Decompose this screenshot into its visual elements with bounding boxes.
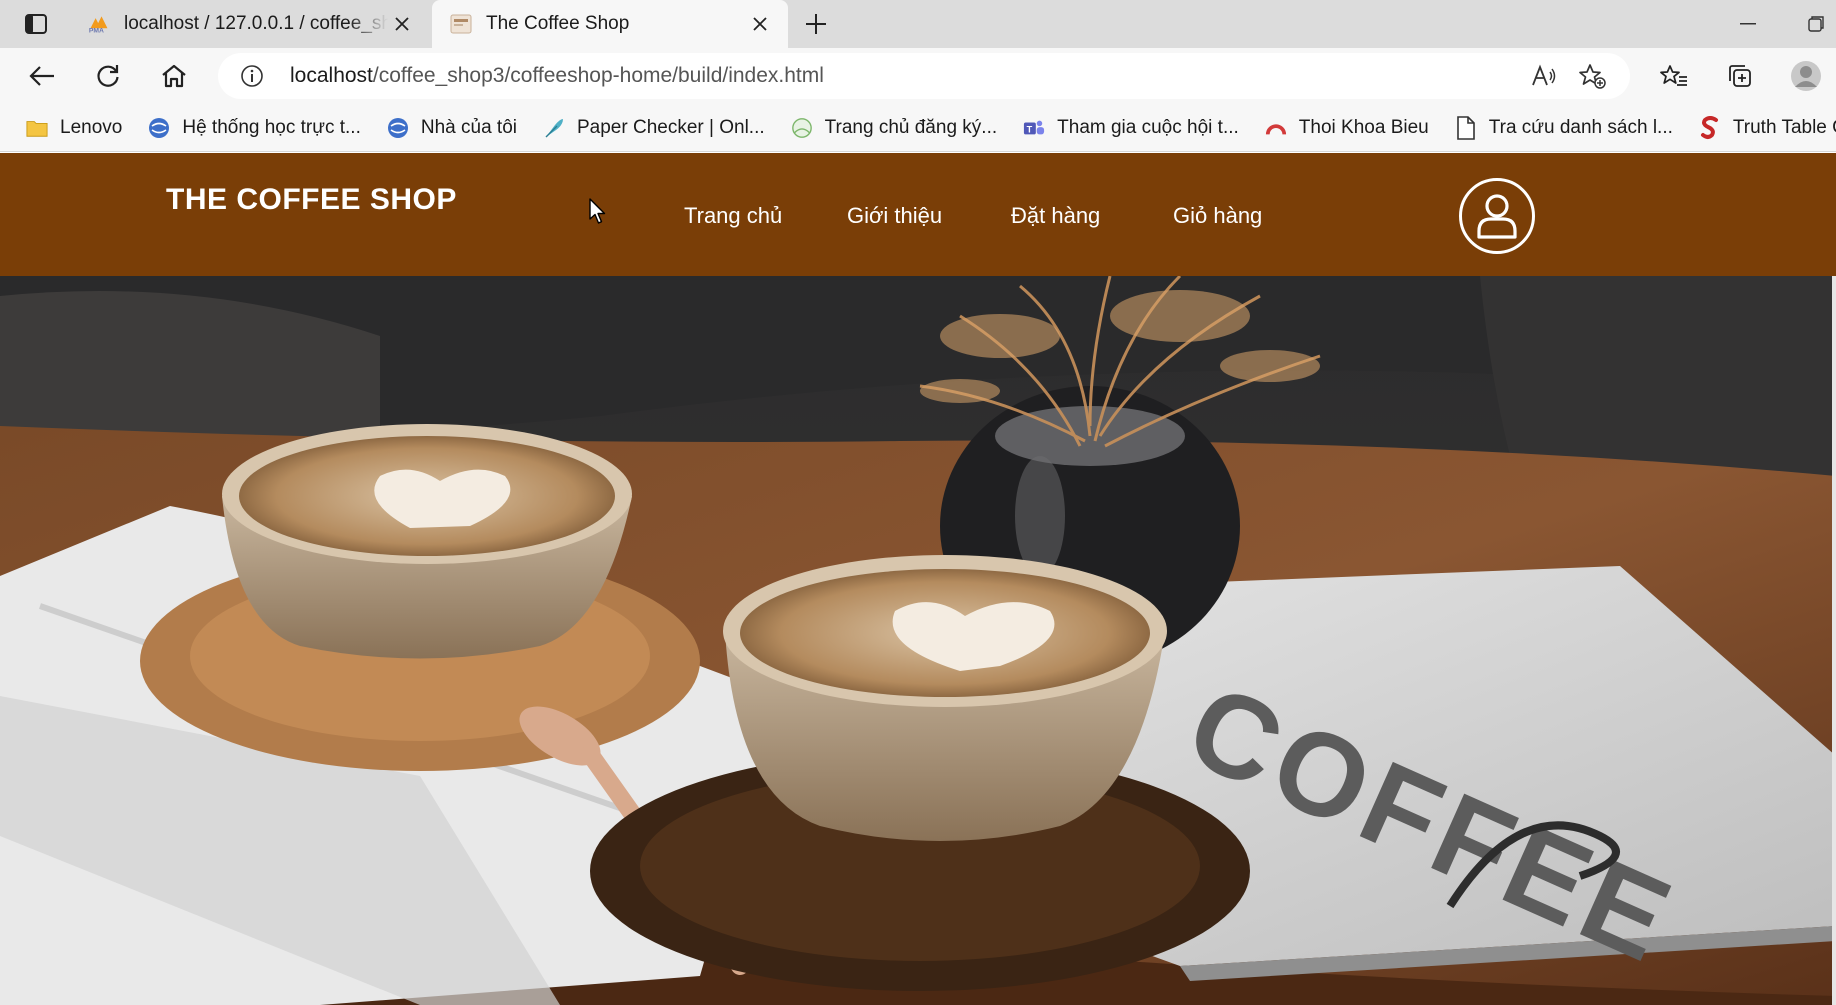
bookmark-trang-chu-dang-ky[interactable]: Trang chủ đăng ký... (785, 110, 1004, 146)
url-host: localhost (290, 64, 373, 87)
address-bar[interactable]: localhost/coffee_shop3/coffeeshop-home/b… (218, 53, 1630, 99)
user-profile-icon[interactable] (1459, 178, 1535, 254)
bookmark-paper-checker[interactable]: Paper Checker | Onl... (537, 110, 771, 146)
collections-icon[interactable] (1720, 56, 1760, 96)
s-logo-icon (1699, 115, 1721, 139)
globe-icon (387, 117, 409, 139)
bookmark-truth-table[interactable]: Truth Table Generat... (1693, 110, 1836, 146)
url-text[interactable]: localhost/coffee_shop3/coffeeshop-home/b… (290, 64, 824, 88)
bookmark-tra-cuu-danh-sach[interactable]: Tra cứu danh sách l... (1449, 110, 1679, 146)
nav-trang-chu[interactable]: Trang chủ (684, 203, 782, 229)
add-favorite-icon[interactable] (1578, 62, 1606, 90)
tab-strip: PMA localhost / 127.0.0.1 / coffee_shop … (0, 0, 1836, 48)
phpmyadmin-icon: PMA (88, 13, 110, 35)
back-icon[interactable] (22, 56, 62, 96)
svg-text:T: T (1027, 124, 1033, 134)
tab-phpmyadmin[interactable]: PMA localhost / 127.0.0.1 / coffee_shop (70, 0, 430, 48)
close-tab-icon[interactable] (746, 10, 774, 38)
reload-icon[interactable] (88, 56, 128, 96)
browser-toolbar: localhost/coffee_shop3/coffeeshop-home/b… (0, 48, 1836, 104)
hero-image: COFFEE (0, 276, 1836, 1005)
favorites-icon[interactable] (1654, 56, 1694, 96)
profile-avatar-icon[interactable] (1786, 56, 1826, 96)
bookmark-nha-cua-toi[interactable]: Nhà của tôi (381, 110, 523, 146)
arc-icon (1265, 117, 1287, 139)
mouse-cursor-icon (589, 198, 606, 224)
tab-title: localhost / 127.0.0.1 / coffee_shop (124, 13, 388, 34)
restore-icon[interactable] (1800, 8, 1832, 40)
url-path: /coffee_shop3/coffeeshop-home/build/inde… (372, 64, 824, 87)
svg-text:PMA: PMA (89, 27, 104, 34)
home-icon[interactable] (154, 56, 194, 96)
site-logo[interactable]: THE COFFEE SHOP (166, 183, 457, 217)
document-icon (1455, 115, 1477, 140)
read-aloud-icon[interactable] (1530, 62, 1558, 90)
web-page: THE COFFEE SHOP Trang chủ Giới thiệu Đặt… (0, 153, 1836, 1005)
site-header: THE COFFEE SHOP Trang chủ Giới thiệu Đặt… (0, 153, 1836, 276)
new-tab-icon[interactable] (800, 8, 832, 40)
folder-icon (26, 117, 48, 139)
leaf-icon (791, 117, 813, 139)
close-tab-icon[interactable] (388, 10, 416, 38)
bookmark-he-thong-hoc[interactable]: Hệ thống học trực t... (142, 110, 367, 146)
tab-actions-icon[interactable] (14, 9, 58, 39)
scrollbar[interactable] (1832, 276, 1836, 1005)
bookmark-lenovo[interactable]: Lenovo (20, 110, 128, 146)
nav-gio-hang[interactable]: Giỏ hàng (1173, 203, 1262, 229)
minimize-icon[interactable] (1732, 8, 1764, 40)
nav-gioi-thieu[interactable]: Giới thiệu (847, 203, 942, 229)
tab-title: The Coffee Shop (486, 13, 630, 34)
teams-icon: T (1023, 117, 1045, 139)
globe-icon (148, 117, 170, 139)
bookmark-thoi-khoa-bieu[interactable]: Thoi Khoa Bieu (1259, 110, 1435, 146)
nav-dat-hang[interactable]: Đặt hàng (1011, 203, 1100, 229)
page-favicon (450, 13, 472, 35)
tab-coffee-shop[interactable]: The Coffee Shop (432, 0, 788, 48)
bookmark-tham-gia-cuoc-hoi[interactable]: T Tham gia cuộc hội t... (1017, 110, 1245, 146)
bookmarks-bar: Lenovo Hệ thống học trực t... Nhà của tô… (0, 104, 1836, 152)
site-info-icon[interactable] (240, 64, 264, 88)
feather-icon (543, 117, 565, 139)
